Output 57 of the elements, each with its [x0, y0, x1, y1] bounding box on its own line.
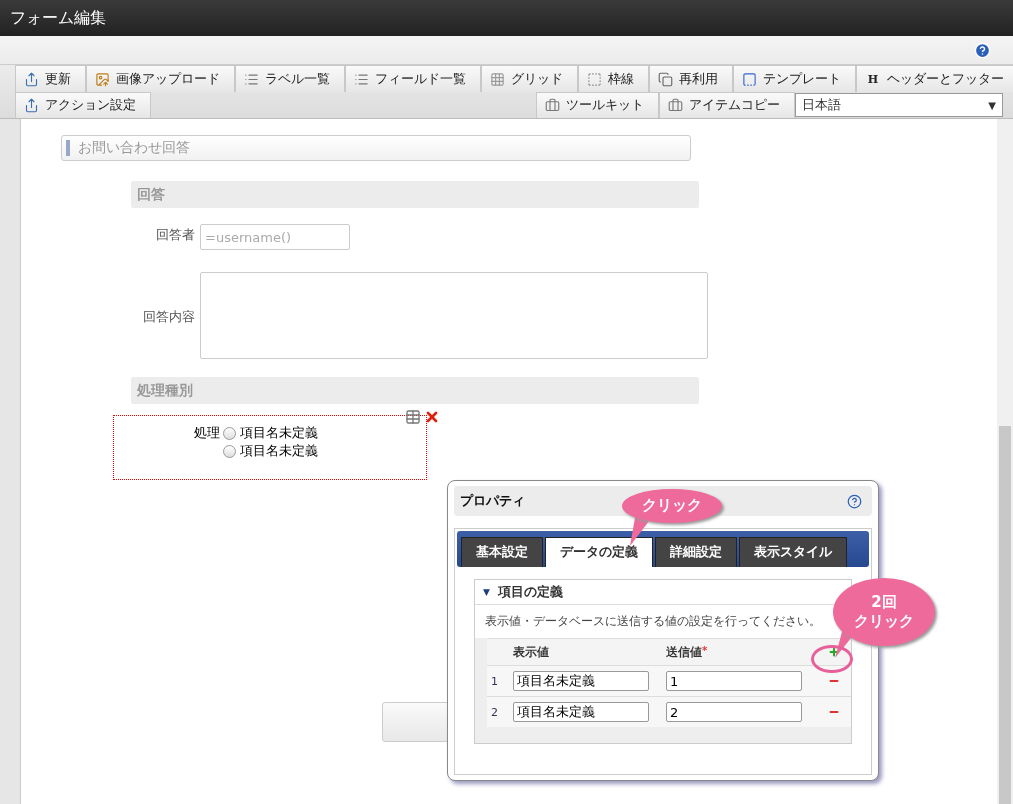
- grid-icon: [490, 71, 505, 87]
- dialog-tab[interactable]: データの定義: [545, 537, 653, 567]
- toolbar-tab[interactable]: 再利用: [649, 65, 733, 92]
- toolbar-tab[interactable]: アクション設定: [15, 92, 151, 118]
- radio-option[interactable]: 項目名未定義: [223, 424, 318, 442]
- document-icon: [658, 71, 673, 87]
- input-field[interactable]: =username(): [200, 224, 350, 250]
- section-title: お問い合わせ回答: [61, 135, 691, 161]
- list-icon: [354, 71, 369, 87]
- group-header: 回答: [131, 181, 699, 208]
- briefcase-icon: [545, 98, 560, 113]
- toolbar-tab[interactable]: 更新: [15, 65, 86, 92]
- help-icon[interactable]: [847, 493, 862, 509]
- input-field[interactable]: 項目名未定義: [513, 702, 649, 722]
- radio-option[interactable]: 項目名未定義: [223, 442, 318, 460]
- selected-field-frame[interactable]: 処理 項目名未定義 項目名未定義: [113, 415, 427, 480]
- scrollbar-thumb[interactable]: [999, 426, 1011, 804]
- highlight-ring: [811, 645, 853, 673]
- table-icon[interactable]: [405, 409, 421, 425]
- toolbar-tab[interactable]: アイテムコピー: [659, 92, 795, 118]
- dialog-tab[interactable]: 基本設定: [461, 537, 543, 567]
- dialog-tab[interactable]: 詳細設定: [655, 537, 737, 567]
- toolbar-tab[interactable]: H ヘッダーとフッター: [856, 65, 1013, 92]
- dialog-tab[interactable]: 表示スタイル: [739, 537, 847, 567]
- input-field[interactable]: 2: [666, 702, 802, 722]
- caret-icon: ▼: [483, 587, 490, 597]
- field-label: 処理: [194, 424, 220, 442]
- image-icon: [95, 71, 110, 87]
- field-label: 回答者: [155, 226, 195, 244]
- panel-header[interactable]: ▼ 項目の定義: [475, 580, 851, 605]
- toolbar-tab[interactable]: ラベル一覧: [235, 65, 345, 92]
- arrow-icon: [24, 71, 39, 87]
- input-field[interactable]: 項目名未定義: [513, 671, 649, 691]
- field-label: 回答内容: [142, 307, 195, 326]
- panel-title: 項目の定義: [497, 583, 563, 601]
- toolbar-tab[interactable]: テンプレート: [733, 65, 856, 92]
- list-icon: [244, 71, 259, 87]
- window-title: フォーム編集: [0, 0, 1013, 36]
- column-header: 表示値: [513, 644, 550, 660]
- toolbar-tab[interactable]: 画像アップロード: [86, 65, 235, 92]
- header-glyph: H: [866, 72, 880, 86]
- arrow-icon: [24, 98, 39, 113]
- close-icon[interactable]: [424, 409, 440, 425]
- group-header: 処理種別: [131, 377, 699, 404]
- toolbar-tab[interactable]: グリッド: [481, 65, 578, 92]
- column-header: 送信値*: [666, 644, 709, 660]
- dialog-title: プロパティ: [460, 492, 525, 510]
- briefcase-icon: [668, 98, 683, 113]
- toolbar-tab[interactable]: ツールキット: [536, 92, 659, 118]
- input-field[interactable]: 1: [666, 671, 802, 691]
- language-select[interactable]: 日本語 ▼: [795, 93, 1003, 117]
- frame-icon: [587, 71, 602, 87]
- toolbar-tab[interactable]: フィールド一覧: [345, 65, 481, 92]
- row-number: 2: [490, 705, 499, 719]
- toolbar-tab[interactable]: 枠線: [578, 65, 649, 92]
- template-icon: [742, 71, 757, 87]
- row-number: 1: [490, 674, 499, 688]
